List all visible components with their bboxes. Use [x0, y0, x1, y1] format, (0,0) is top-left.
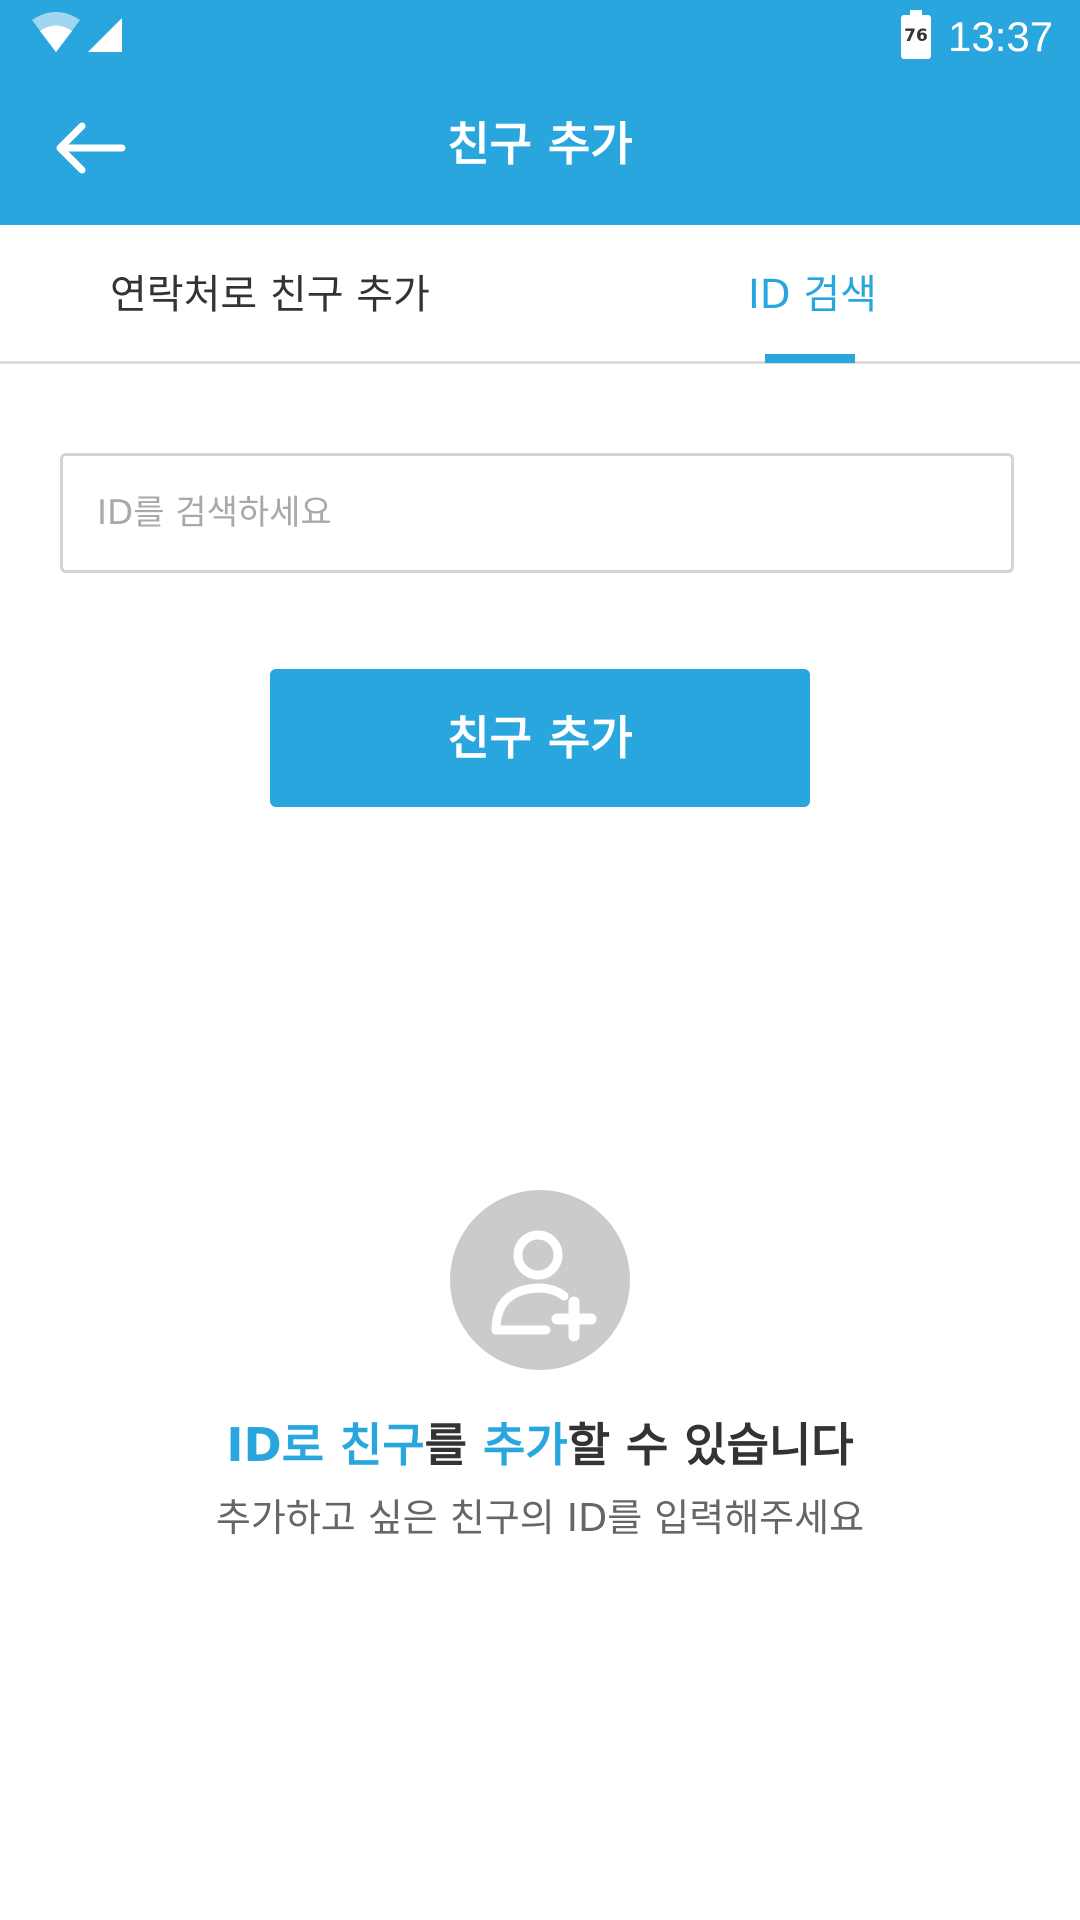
app-bar: 76 13:37 친구 추가 [0, 0, 1080, 225]
id-search-input[interactable] [60, 453, 1014, 573]
status-clock: 13:37 [948, 13, 1054, 60]
wifi-icon [32, 12, 80, 52]
headline-text: 를 [424, 1418, 484, 1472]
battery-level-text: 76 [904, 26, 928, 46]
page-title: 친구 추가 [447, 117, 633, 171]
add-user-icon [450, 1190, 630, 1370]
empty-state-subtext: 추가하고 싶은 친구의 ID를 입력해주세요 [215, 1496, 865, 1540]
headline-highlight-add: 추가 [483, 1418, 568, 1472]
tab-bar: 연락처로 친구 추가 ID 검색 [0, 225, 1080, 364]
tab-add-by-contacts[interactable]: 연락처로 친구 추가 [110, 265, 430, 325]
signal-icon [88, 18, 122, 52]
headline-text-end: 할 수 있습니다 [567, 1418, 854, 1472]
tab-selected-indicator [765, 354, 855, 363]
tab-id-search[interactable]: ID 검색 [748, 265, 877, 325]
status-bar: 76 13:37 [0, 0, 1080, 75]
empty-state-headline: ID로 친구를 추가할 수 있습니다 [0, 1410, 1080, 1480]
add-friend-button[interactable]: 친구 추가 [270, 669, 810, 807]
headline-highlight-id-friend: ID로 친구 [226, 1418, 425, 1472]
